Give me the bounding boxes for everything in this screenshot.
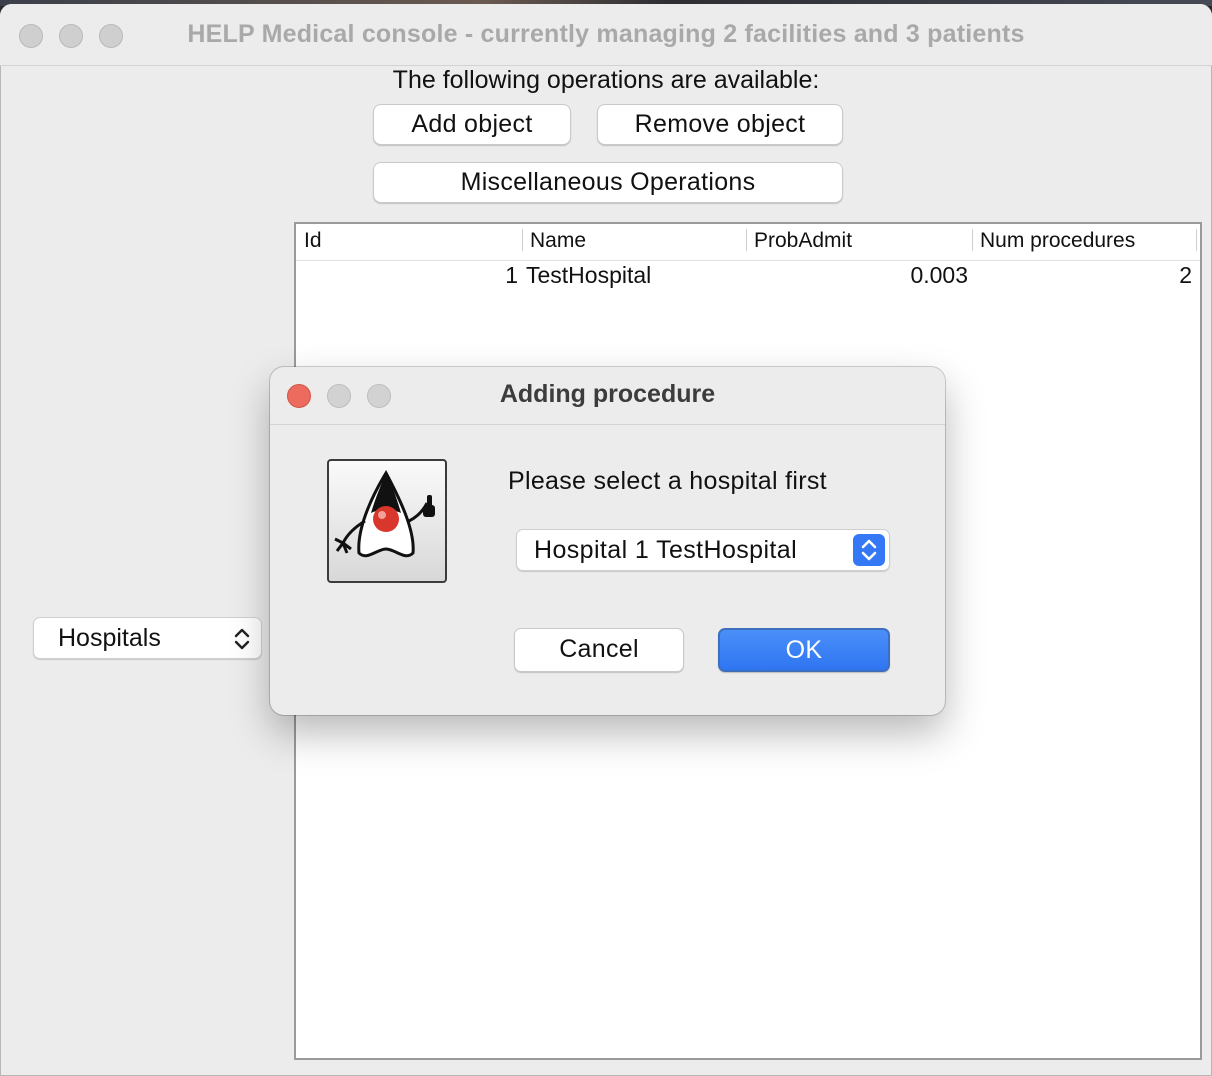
cell-id: 1 bbox=[505, 262, 518, 288]
misc-operations-button[interactable]: Miscellaneous Operations bbox=[373, 162, 843, 203]
column-header-id[interactable]: Id bbox=[304, 228, 322, 254]
column-divider[interactable] bbox=[972, 229, 973, 251]
hospital-select[interactable]: Hospital 1 TestHospital bbox=[516, 529, 890, 571]
hospital-select-value: Hospital 1 TestHospital bbox=[534, 536, 798, 564]
object-type-select-value: Hospitals bbox=[58, 624, 161, 652]
adding-procedure-dialog: Adding procedure Please select a hospita… bbox=[270, 367, 945, 715]
remove-object-button[interactable]: Remove object bbox=[597, 104, 843, 145]
column-divider[interactable] bbox=[746, 229, 747, 251]
java-duke-icon bbox=[327, 459, 447, 583]
column-header-name[interactable]: Name bbox=[530, 228, 586, 254]
chevron-updown-icon bbox=[234, 628, 250, 650]
column-divider[interactable] bbox=[522, 229, 523, 251]
window-title: HELP Medical console - currently managin… bbox=[187, 20, 1025, 48]
column-header-num-procedures[interactable]: Num procedures bbox=[980, 228, 1135, 254]
dialog-prompt: Please select a hospital first bbox=[508, 467, 827, 495]
add-object-button[interactable]: Add object bbox=[373, 104, 571, 145]
hospital-select-stepper[interactable] bbox=[853, 534, 885, 566]
ok-button[interactable]: OK bbox=[718, 628, 890, 672]
table-header: Id Name ProbAdmit Num procedures bbox=[296, 224, 1200, 261]
dialog-titlebar[interactable]: Adding procedure bbox=[270, 367, 945, 425]
column-divider[interactable] bbox=[1196, 229, 1197, 251]
cell-name: TestHospital bbox=[526, 262, 652, 288]
object-type-select[interactable]: Hospitals bbox=[33, 617, 262, 659]
main-titlebar[interactable]: HELP Medical console - currently managin… bbox=[0, 4, 1212, 66]
cancel-button[interactable]: Cancel bbox=[514, 628, 684, 672]
dialog-title: Adding procedure bbox=[499, 380, 716, 408]
column-header-probadmit[interactable]: ProbAdmit bbox=[754, 228, 852, 254]
cell-num-procedures: 2 bbox=[1179, 262, 1192, 288]
cell-probadmit: 0.003 bbox=[910, 262, 968, 288]
chevron-updown-icon bbox=[861, 539, 877, 561]
operations-label: The following operations are available: bbox=[392, 66, 820, 94]
